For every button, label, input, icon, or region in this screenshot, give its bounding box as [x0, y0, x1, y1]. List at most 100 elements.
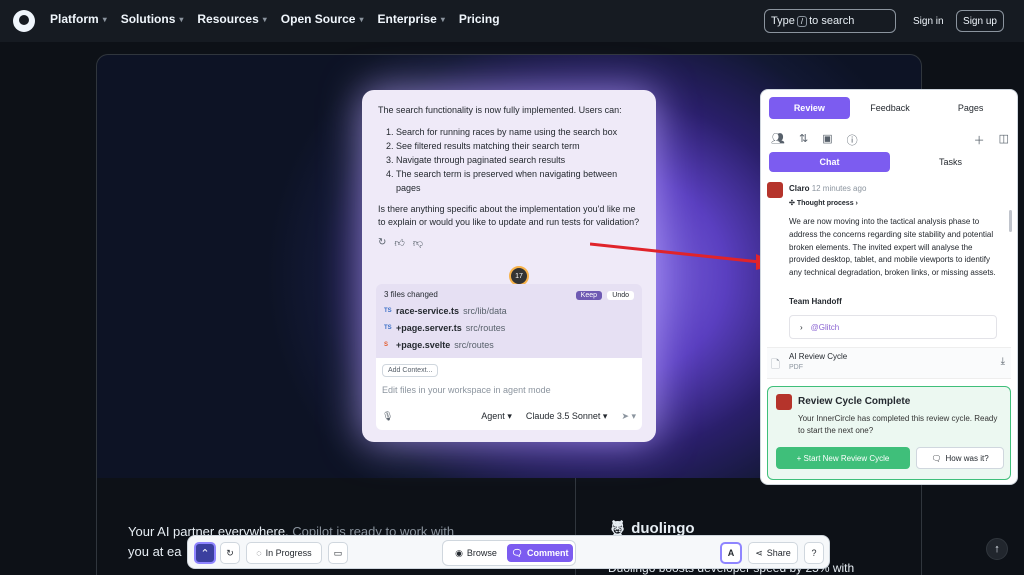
search-post: to search	[809, 15, 855, 27]
share-button[interactable]: ⋖ Share	[748, 542, 798, 564]
nav-links: Platform ▾ Solutions ▾ Resources ▾ Open Sou…	[50, 12, 514, 26]
add-icon[interactable]: ＋	[974, 132, 985, 148]
nav-label: Open Source	[280, 12, 356, 26]
typescript-icon: TS	[384, 308, 392, 314]
pdf-type: PDF	[789, 364, 803, 371]
nav-open-source[interactable]: Open Source ▾	[281, 12, 364, 26]
file-row[interactable]: TS +page.server.ts src/routes	[384, 323, 634, 333]
mode-switch: ◉ Browse 🗨︎ Comment	[442, 540, 576, 566]
comment-button[interactable]: 🗨︎ Comment	[507, 544, 573, 562]
chat-input-box[interactable]: Add Context... Edit files in your worksp…	[376, 358, 642, 430]
info-icon[interactable]: ⓘ	[847, 132, 858, 148]
chevron-down-icon: ▾	[102, 14, 107, 24]
agent-select[interactable]: Agent ▾	[481, 411, 512, 422]
file-name: race-service.ts	[396, 306, 460, 316]
tab-feedback[interactable]: Feedback	[850, 97, 931, 119]
pdf-attachment[interactable]: 🗋 AI Review Cycle PDF ⤓	[767, 347, 1011, 379]
start-new-review-cycle-button[interactable]: + Start New Review Cycle	[776, 447, 910, 469]
nav-solutions[interactable]: Solutions ▾	[121, 12, 184, 26]
nav-enterprise[interactable]: Enterprise ▾	[377, 12, 444, 26]
share-label: Share	[766, 548, 791, 558]
file-row[interactable]: TS race-service.ts src/lib/data	[384, 306, 634, 316]
users-icon[interactable]: 👥︎	[771, 132, 785, 148]
list-item: Search for running races by name using t…	[396, 125, 640, 139]
nav-label: Pricing	[458, 12, 500, 26]
sign-up-button[interactable]: Sign up	[956, 10, 1004, 32]
browse-label: Browse	[466, 548, 497, 558]
keep-button[interactable]: Keep	[575, 291, 603, 300]
nav-pricing[interactable]: Pricing	[459, 12, 500, 26]
sign-in-link[interactable]: Sign in	[913, 16, 944, 27]
sidebar-toggle-icon[interactable]: ◫	[999, 132, 1009, 148]
download-icon[interactable]: ⤓	[1001, 356, 1005, 367]
message-header: Claro 12 minutes ago	[789, 184, 866, 193]
thumbs-down-icon[interactable]: 👎︎	[413, 237, 423, 249]
list-item: The search term is preserved when naviga…	[396, 167, 640, 195]
copilot-intro: The search functionality is now fully im…	[378, 105, 622, 115]
github-logo-icon[interactable]	[13, 10, 35, 32]
tagline-line2: you at ea	[128, 544, 182, 559]
assistant-icon[interactable]: A	[720, 542, 742, 564]
app-logo-icon[interactable]: ⌃	[194, 542, 216, 564]
comment-icon: 🗨︎	[931, 453, 942, 463]
help-icon[interactable]: ?	[804, 542, 824, 564]
tab-review[interactable]: Review	[769, 97, 850, 119]
refresh-icon[interactable]: ↻	[220, 542, 240, 564]
chevron-down-icon: ▾	[440, 14, 445, 24]
monitor-icon[interactable]: ▭	[328, 542, 348, 564]
chat-subtabs: Chat Tasks	[769, 152, 1011, 172]
scrollbar[interactable]	[1009, 210, 1012, 232]
share-icon: ⋖	[755, 547, 763, 558]
browse-button[interactable]: ◉ Browse	[447, 544, 505, 562]
slash-key-hint: /	[796, 15, 808, 27]
chevron-down-icon: ▾	[262, 14, 267, 24]
image-icon[interactable]: ▣	[822, 132, 832, 148]
document-icon: 🗋	[771, 359, 780, 371]
nav-label: Solutions	[120, 12, 176, 26]
nav-label: Enterprise	[377, 12, 437, 26]
list-item: Navigate through paginated search result…	[396, 153, 640, 167]
review-panel: Review Feedback Pages 👥︎ ⇅ ▣ ⓘ ＋ ◫ Chat …	[760, 89, 1018, 485]
how-was-it-button[interactable]: 🗨︎ How was it?	[916, 447, 1004, 469]
copilot-question: Is there anything specific about the imp…	[378, 204, 640, 227]
complete-body: Your InnerCircle has completed this revi…	[798, 414, 998, 435]
chat-input-controls: 🎙︎ Agent ▾ Claude 3.5 Sonnet ▾ ➤ ▾	[382, 411, 636, 422]
search-input[interactable]: Type / to search	[764, 9, 896, 33]
file-row[interactable]: S +page.svelte src/routes	[384, 340, 634, 350]
nav-platform[interactable]: Platform ▾	[50, 12, 107, 26]
send-icon[interactable]: ➤ ▾	[621, 411, 636, 422]
pdf-title: AI Review Cycle	[789, 352, 848, 361]
thought-process-toggle[interactable]: ✣ Thought process ›	[789, 199, 858, 207]
tab-pages[interactable]: Pages	[930, 97, 1011, 119]
microphone-icon[interactable]: 🎙︎	[382, 411, 393, 422]
files-header: 3 files changed Keep Undo	[384, 290, 634, 300]
nav-resources[interactable]: Resources ▾	[197, 12, 266, 26]
glitch-handoff-item[interactable]: › @Glitch	[789, 315, 997, 339]
scroll-to-top-button[interactable]: ↑	[986, 538, 1008, 560]
tab-tasks[interactable]: Tasks	[890, 152, 1011, 172]
list-item: See filtered results matching their sear…	[396, 139, 640, 153]
top-nav: Platform ▾ Solutions ▾ Resources ▾ Open Sou…	[0, 0, 1024, 42]
how-label: How was it?	[945, 453, 989, 463]
chat-input-placeholder[interactable]: Edit files in your workspace in agent mo…	[382, 385, 636, 395]
search-pre: Type	[771, 15, 795, 27]
thumbs-up-icon[interactable]: 👍︎	[394, 237, 404, 249]
sort-icon[interactable]: ⇅	[799, 132, 808, 148]
add-context-button[interactable]: Add Context...	[382, 364, 439, 377]
file-path: src/routes	[465, 323, 506, 333]
nav-label: Resources	[197, 12, 259, 26]
nav-label: Platform	[50, 12, 99, 26]
model-select[interactable]: Claude 3.5 Sonnet ▾	[526, 411, 608, 422]
tab-chat[interactable]: Chat	[769, 152, 890, 172]
team-handoff-heading: Team Handoff	[789, 297, 842, 306]
review-complete-card: Review Cycle Complete Your InnerCircle h…	[767, 386, 1011, 480]
agent-avatar: 17	[509, 266, 529, 286]
file-name: +page.server.ts	[396, 323, 462, 333]
progress-icon: ◌	[256, 548, 262, 558]
retry-icon[interactable]: ↻	[378, 237, 386, 249]
undo-button[interactable]: Undo	[607, 291, 634, 300]
model-label: Claude 3.5 Sonnet	[525, 411, 601, 421]
status-button[interactable]: ◌ In Progress	[246, 542, 322, 564]
red-arrow-annotation	[590, 242, 778, 270]
review-tabs: Review Feedback Pages	[769, 97, 1011, 119]
